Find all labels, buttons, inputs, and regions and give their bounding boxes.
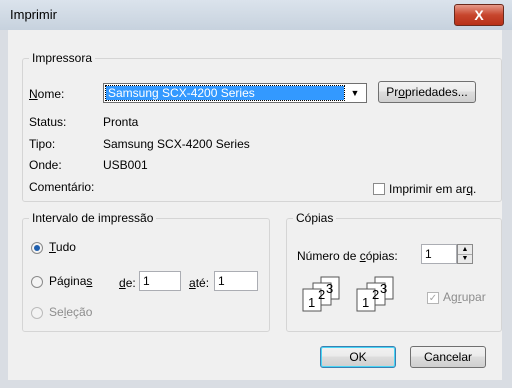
title-bar[interactable]: Imprimir X [0, 0, 512, 30]
close-button[interactable]: X [454, 4, 504, 26]
dialog-body: Impressora Nome: Samsung SCX-4200 Series… [8, 30, 502, 380]
printer-name-label: Nome: [29, 87, 65, 101]
svg-text:2: 2 [372, 287, 379, 302]
comment-label: Comentário: [29, 180, 95, 194]
copies-count-label: Número de cópias: [297, 249, 398, 263]
status-value: Pronta [103, 115, 139, 129]
ok-button[interactable]: OK [320, 346, 396, 368]
printer-name-value: Samsung SCX-4200 Series [105, 85, 345, 101]
print-to-file-checkbox[interactable] [373, 183, 385, 195]
spin-down-icon[interactable]: ▼ [458, 255, 472, 264]
copies-group-label: Cópias [293, 211, 337, 225]
where-value: USB001 [103, 158, 148, 172]
copies-count-input[interactable]: 1 [421, 244, 457, 264]
collate-page-2: 2 [318, 287, 325, 302]
collate-set-1-icon: 1 2 3 [302, 276, 340, 312]
svg-text:3: 3 [380, 281, 387, 296]
printer-name-select[interactable]: Samsung SCX-4200 Series ▼ [103, 83, 367, 103]
chevron-down-icon: ▼ [350, 88, 360, 98]
range-selection-label[interactable]: Seleção [49, 305, 92, 319]
range-pages-radio[interactable] [31, 276, 43, 288]
properties-button[interactable]: Propriedades... [378, 81, 476, 103]
collate-illustration-icon: 1 2 3 1 2 3 [302, 276, 394, 312]
copies-group: Cópias Número de cópias: 1 ▲ ▼ 1 2 3 1 2… [286, 211, 502, 332]
status-label: Status: [29, 115, 67, 129]
range-all-label[interactable]: Tudo [49, 240, 76, 254]
window-title: Imprimir [10, 7, 57, 22]
where-label: Onde: [29, 158, 62, 172]
type-label: Tipo: [29, 137, 56, 151]
properties-button-label: Propriedades... [386, 85, 468, 99]
printer-group-label: Impressora [29, 51, 96, 65]
close-icon: X [474, 7, 484, 23]
to-label: até: [189, 276, 210, 290]
collate-page-3: 3 [326, 281, 333, 296]
to-page-input[interactable]: 1 [214, 271, 258, 291]
svg-text:1: 1 [362, 295, 369, 310]
spin-up-icon[interactable]: ▲ [458, 245, 472, 255]
collate-set-2-icon: 1 2 3 [356, 276, 394, 312]
collate-page-1: 1 [308, 295, 315, 310]
collate-checkbox[interactable]: ✓ [427, 292, 439, 304]
copies-spinner[interactable]: ▲ ▼ [457, 244, 473, 264]
collate-label[interactable]: Agrupar [443, 290, 486, 304]
cancel-button-label: Cancelar [423, 350, 473, 364]
type-value: Samsung SCX-4200 Series [103, 137, 250, 151]
print-dialog: Imprimir X Impressora Nome: Samsung SCX-… [0, 0, 512, 388]
from-label: de: [119, 276, 136, 290]
printer-group: Impressora Nome: Samsung SCX-4200 Series… [22, 51, 502, 202]
from-page-input[interactable]: 1 [139, 271, 181, 291]
ok-button-label: OK [349, 350, 367, 364]
range-pages-label[interactable]: Páginas [49, 274, 92, 288]
print-to-file-label[interactable]: Imprimir em arq. [389, 182, 476, 196]
range-all-radio[interactable] [31, 242, 43, 254]
print-range-label: Intervalo de impressão [29, 211, 157, 225]
range-selection-radio[interactable] [31, 307, 43, 319]
cancel-button[interactable]: Cancelar [410, 346, 486, 368]
print-range-group: Intervalo de impressão Tudo Páginas de: … [22, 211, 270, 332]
